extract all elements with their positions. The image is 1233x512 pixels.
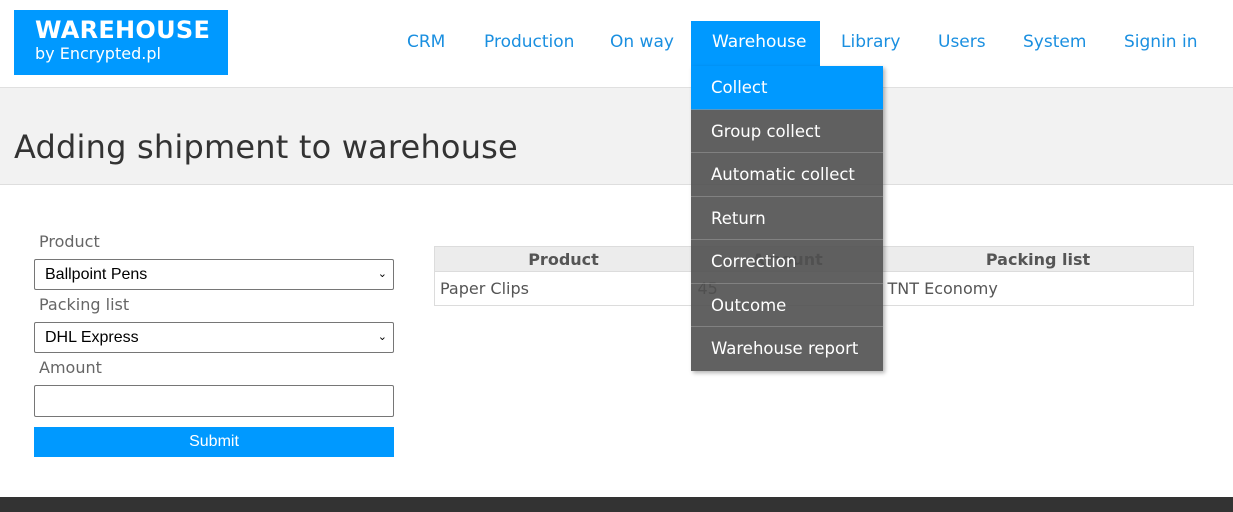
shipment-form: Product Ballpoint Pens ⌄ Packing list DH… (34, 231, 394, 457)
amount-label: Amount (39, 358, 102, 377)
nav-crm[interactable]: CRM (386, 21, 466, 66)
logo-subtitle: by Encrypted.pl (35, 44, 161, 63)
nav-production[interactable]: Production (463, 21, 595, 66)
menu-item-return[interactable]: Return (691, 197, 883, 240)
nav-warehouse[interactable]: Warehouse (691, 21, 820, 66)
menu-item-collect[interactable]: Collect (691, 66, 883, 110)
page-title: Adding shipment to warehouse (14, 128, 518, 166)
logo-title: WAREHOUSE (35, 16, 211, 44)
logo[interactable]: WAREHOUSE by Encrypted.pl (14, 10, 228, 75)
nav-on-way[interactable]: On way (589, 21, 695, 66)
nav-system[interactable]: System (1002, 21, 1107, 66)
cell-packing-list: TNT Economy (882, 271, 1194, 306)
menu-item-outcome[interactable]: Outcome (691, 284, 883, 327)
chevron-down-icon: ⌄ (377, 268, 387, 280)
product-select-value: Ballpoint Pens (45, 266, 148, 283)
chevron-down-icon: ⌄ (377, 331, 387, 343)
packing-list-label: Packing list (39, 295, 130, 314)
menu-item-correction[interactable]: Correction (691, 240, 883, 284)
header-product: Product (434, 246, 693, 272)
nav-users[interactable]: Users (917, 21, 1007, 66)
warehouse-dropdown-menu: Collect Group collect Automatic collect … (691, 66, 883, 371)
header-packing-list: Packing list (882, 246, 1194, 272)
nav-signin[interactable]: Signin in (1103, 21, 1218, 66)
nav-library[interactable]: Library (820, 21, 921, 66)
packing-list-select[interactable]: DHL Express ⌄ (34, 322, 394, 353)
menu-item-warehouse-report[interactable]: Warehouse report (691, 327, 883, 371)
submit-button[interactable]: Submit (34, 427, 394, 457)
menu-item-automatic-collect[interactable]: Automatic collect (691, 153, 883, 197)
product-label: Product (39, 232, 100, 251)
packing-list-select-value: DHL Express (45, 329, 139, 346)
page-banner: Adding shipment to warehouse (0, 88, 1233, 185)
amount-input[interactable] (34, 385, 394, 417)
product-select[interactable]: Ballpoint Pens ⌄ (34, 259, 394, 290)
footer (0, 497, 1233, 512)
menu-item-group-collect[interactable]: Group collect (691, 110, 883, 153)
header: WAREHOUSE by Encrypted.pl CRM Production… (0, 0, 1233, 88)
cell-product: Paper Clips (434, 271, 693, 306)
